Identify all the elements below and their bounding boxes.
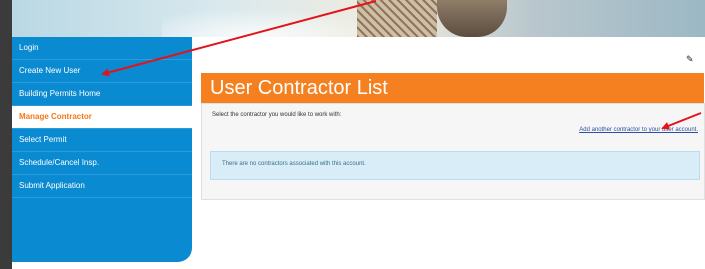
arrow-to-create-new-user	[101, 0, 377, 77]
annotation-arrows	[101, 0, 702, 130]
arrow-to-add-contractor-link	[661, 112, 702, 130]
